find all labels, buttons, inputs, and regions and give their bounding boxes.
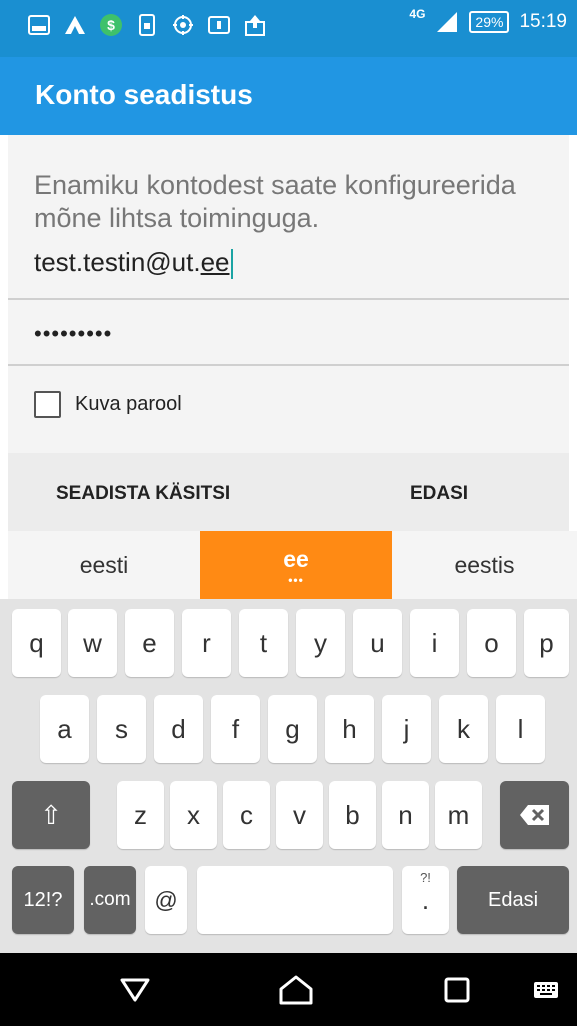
email-field[interactable]: test.testin@ut.ee — [34, 247, 554, 280]
keyboard-icon — [534, 981, 558, 998]
key[interactable]: c — [223, 781, 270, 849]
system-icons: 4G 29% 15:19 — [409, 7, 567, 34]
key[interactable]: r — [182, 609, 231, 677]
page-title: Konto seadistus — [35, 79, 253, 110]
more-suggestions-dots: ••• — [288, 572, 304, 587]
space-key[interactable] — [197, 866, 393, 934]
key[interactable]: m — [435, 781, 482, 849]
key[interactable]: v — [276, 781, 323, 849]
at-key[interactable]: @ — [145, 866, 187, 934]
battery-indicator: 29% — [469, 11, 510, 33]
key[interactable]: k — [439, 695, 488, 763]
gallery-icon — [28, 14, 50, 36]
next-button[interactable]: EDASI — [410, 483, 468, 505]
back-icon — [120, 978, 150, 1001]
email-composing-text: ee — [200, 247, 230, 277]
upload-icon — [244, 14, 266, 36]
suggestion-strip: eesti ee ••• eestis — [8, 531, 577, 599]
dotcom-key[interactable]: .com — [84, 866, 136, 934]
navigation-bar — [0, 953, 577, 1026]
sim-icon — [136, 14, 158, 36]
key[interactable]: u — [353, 609, 402, 677]
key[interactable]: w — [68, 609, 117, 677]
email-prefix: test.testin@ut. — [34, 247, 201, 277]
text-cursor — [230, 249, 233, 280]
keyboard: q w e r t y u i o p a s d f g h j k l ⇧ … — [0, 599, 577, 953]
key[interactable]: s — [97, 695, 146, 763]
divider — [8, 298, 569, 300]
key[interactable]: h — [325, 695, 374, 763]
status-bar: $ 4G 29% 15:19 — [0, 0, 577, 57]
intro-text: Enamiku kontodest saate konfigureerida m… — [34, 170, 516, 233]
back-button[interactable] — [104, 953, 166, 1026]
key[interactable]: o — [467, 609, 516, 677]
home-button[interactable] — [265, 953, 327, 1026]
app-bar: Konto seadistus — [0, 57, 577, 135]
period-key[interactable]: ?! . — [402, 866, 449, 934]
settings-icon — [172, 14, 194, 36]
backspace-key[interactable] — [500, 781, 569, 849]
key[interactable]: t — [239, 609, 288, 677]
key[interactable]: n — [382, 781, 429, 849]
show-password-label: Kuva parool — [75, 393, 182, 415]
recents-icon — [444, 977, 470, 1002]
key[interactable]: a — [40, 695, 89, 763]
suggestion-right[interactable]: eestis — [392, 531, 577, 599]
key[interactable]: d — [154, 695, 203, 763]
suggestion-left[interactable]: eesti — [8, 531, 200, 599]
chat-icon — [208, 14, 230, 36]
key[interactable]: y — [296, 609, 345, 677]
key[interactable]: b — [329, 781, 376, 849]
show-password-checkbox[interactable] — [34, 391, 61, 418]
account-setup-form: Enamiku kontodest saate konfigureerida m… — [8, 135, 569, 531]
password-field[interactable]: ••••••••• — [34, 321, 112, 347]
action-bar: SEADISTA KÄSITSI EDASI — [8, 453, 569, 531]
notification-icons: $ — [28, 14, 266, 36]
manual-setup-button[interactable]: SEADISTA KÄSITSI — [56, 483, 230, 505]
key[interactable]: p — [524, 609, 569, 677]
network-type: 4G — [409, 7, 426, 21]
key[interactable]: z — [117, 781, 164, 849]
suggestion-middle[interactable]: ee ••• — [200, 531, 392, 599]
shift-key[interactable]: ⇧ — [12, 781, 90, 849]
suggestion-middle-label: ee — [283, 545, 309, 572]
enter-key[interactable]: Edasi — [457, 866, 569, 934]
key[interactable]: j — [382, 695, 431, 763]
show-password-row[interactable]: Kuva parool — [34, 391, 182, 418]
key[interactable]: x — [170, 781, 217, 849]
key[interactable]: l — [496, 695, 545, 763]
clock: 15:19 — [519, 11, 567, 32]
symbols-key[interactable]: 12!? — [12, 866, 74, 934]
arrow-icon — [64, 14, 86, 36]
period-key-alternates: ?! — [420, 870, 431, 885]
divider — [8, 364, 569, 366]
recents-button[interactable] — [426, 953, 488, 1026]
key[interactable]: g — [268, 695, 317, 763]
keyboard-switch-button[interactable] — [522, 953, 570, 1026]
home-icon — [279, 975, 313, 1004]
key[interactable]: f — [211, 695, 260, 763]
key[interactable]: e — [125, 609, 174, 677]
period-key-label: . — [421, 884, 430, 915]
signal-icon — [435, 10, 459, 34]
key[interactable]: i — [410, 609, 459, 677]
coin-icon: $ — [100, 14, 122, 36]
backspace-icon — [519, 805, 549, 825]
key[interactable]: q — [12, 609, 61, 677]
